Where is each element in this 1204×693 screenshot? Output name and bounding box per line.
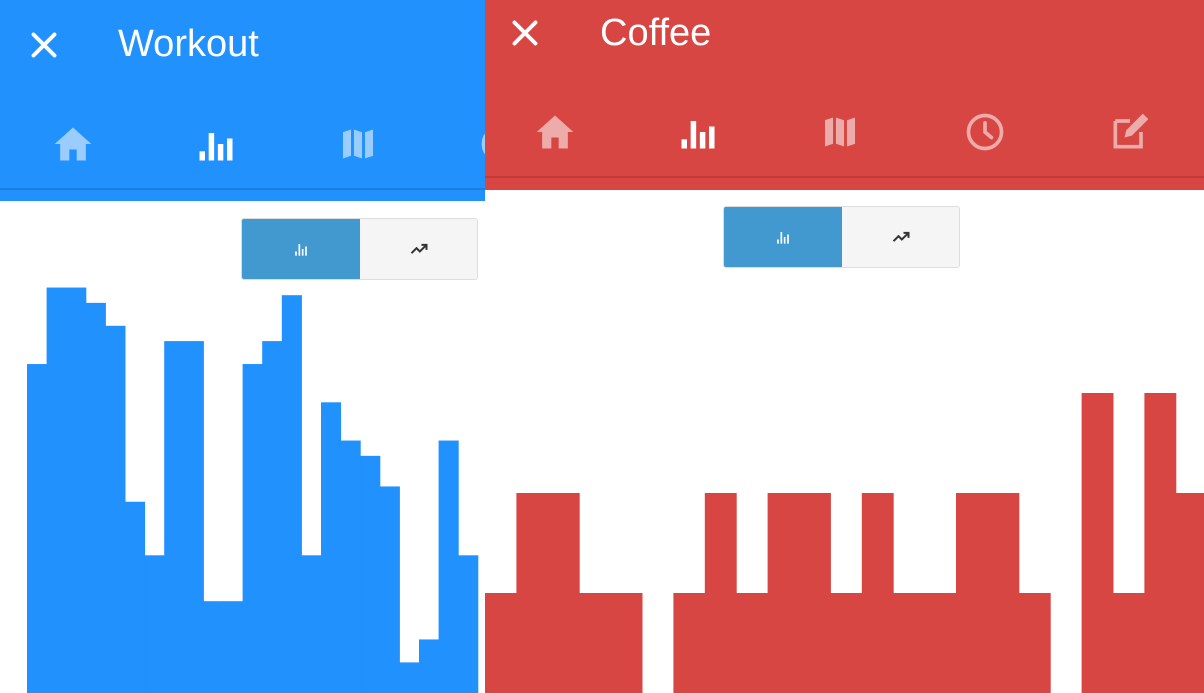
- chart-bar: [547, 493, 580, 693]
- chart-bar: [579, 593, 612, 693]
- chart-bar: [340, 440, 361, 693]
- chart-bar: [66, 287, 87, 693]
- chart-bar: [861, 493, 894, 693]
- chart-bar: [46, 287, 67, 693]
- chart-bar: [144, 555, 165, 693]
- chart-bar: [360, 455, 381, 693]
- chart-bar: [516, 493, 549, 693]
- chart-bar: [893, 593, 926, 693]
- coffee-panel: Coffee: [485, 0, 1204, 693]
- chart-bar: [379, 486, 400, 693]
- workout-panel: Workout: [0, 0, 485, 693]
- chart-bar: [399, 662, 420, 693]
- coffee-bar-chart: [485, 393, 1204, 693]
- chart-bar: [301, 555, 322, 693]
- chart-bar: [164, 341, 185, 693]
- chart-bar: [321, 402, 342, 693]
- chart-bar: [438, 440, 459, 693]
- chart-bar: [1144, 393, 1177, 693]
- chart-bar: [85, 302, 106, 693]
- chart-bar: [105, 325, 126, 693]
- chart-bar: [830, 593, 863, 693]
- chart-bar: [1018, 593, 1051, 693]
- chart-bar: [673, 593, 706, 693]
- chart-bar: [242, 364, 263, 693]
- chart-bar: [736, 593, 769, 693]
- chart-bar: [956, 493, 988, 693]
- chart-bar: [125, 501, 146, 693]
- chart-bar: [767, 493, 800, 693]
- chart-bar: [281, 295, 302, 693]
- chart-bar: [262, 341, 283, 693]
- chart-bar: [458, 555, 479, 693]
- workout-bar-chart: [27, 287, 479, 693]
- chart-bar: [1175, 493, 1204, 693]
- chart-bar: [419, 639, 440, 693]
- chart-bar: [223, 601, 244, 693]
- chart-bar: [183, 341, 204, 693]
- chart-bar: [1081, 393, 1114, 693]
- chart-bar: [485, 593, 517, 693]
- chart-bar: [610, 593, 643, 693]
- chart-bar: [27, 364, 48, 693]
- chart-bar: [799, 493, 831, 693]
- chart-bar: [203, 601, 224, 693]
- chart-bar: [924, 593, 957, 693]
- chart-bar: [1113, 593, 1145, 693]
- chart-bar: [987, 493, 1020, 693]
- chart-bar: [704, 493, 737, 693]
